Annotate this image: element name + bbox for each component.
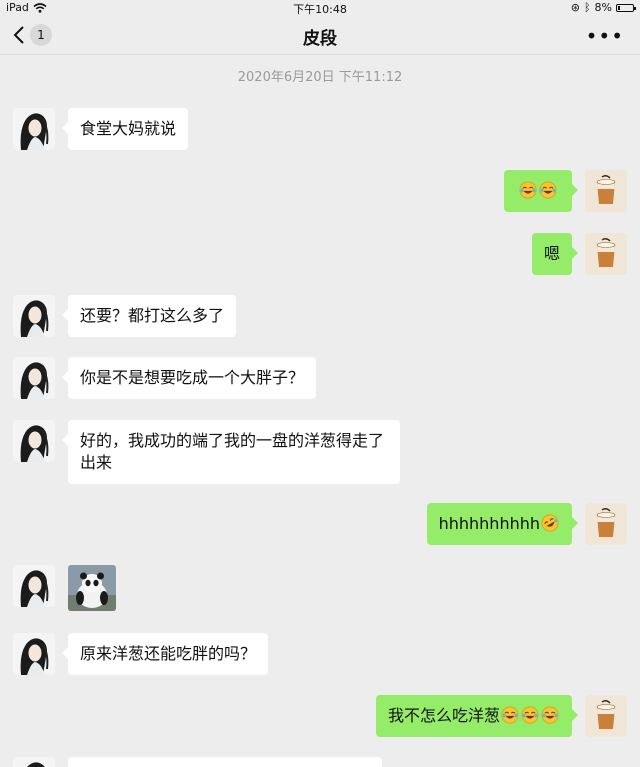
message-bubble-partial[interactable]: [68, 757, 382, 767]
more-options-button[interactable]: •••: [586, 24, 624, 48]
contact-avatar[interactable]: [13, 633, 55, 675]
status-right: ⊛ ᛒ 8%: [570, 1, 636, 14]
laugh-cry-emoji-icon: [539, 181, 557, 199]
panda-sticker[interactable]: [68, 565, 116, 611]
battery-percent: 8%: [594, 1, 612, 14]
contact-avatar[interactable]: [13, 565, 55, 607]
message-bubble[interactable]: 好的，我成功的端了我的一盘的洋葱得走了出来: [62, 420, 400, 484]
status-bar: iPad 下午10:48 ⊛ ᛒ 8%: [0, 0, 640, 16]
message-bubble[interactable]: 你是不是想要吃成一个大胖子？: [61, 357, 317, 399]
message-bubble[interactable]: 原来洋葱还能吃胖的吗？: [61, 633, 269, 675]
self-avatar[interactable]: [585, 170, 627, 212]
message-bubble[interactable]: 嗯: [531, 233, 579, 275]
self-avatar[interactable]: [585, 233, 627, 275]
self-avatar[interactable]: [585, 503, 627, 545]
status-time: 下午10:48: [293, 3, 347, 16]
message-row-partial: [0, 757, 640, 767]
message-bubble[interactable]: hhhhhhhhhh: [426, 503, 579, 545]
rolling-laugh-emoji-icon: [541, 514, 559, 532]
bluetooth-icon: ᛒ: [583, 1, 591, 14]
message-text: 我不怎么吃洋葱: [387, 706, 500, 725]
message-bubble[interactable]: 食堂大妈就说: [61, 108, 189, 150]
message-bubble[interactable]: [504, 170, 578, 212]
contact-avatar[interactable]: [13, 295, 55, 337]
message-timestamp: 2020年6月20日 下午11:12: [237, 70, 403, 85]
laugh-cry-emoji-icon: [521, 706, 539, 724]
battery-icon: [616, 3, 636, 12]
contact-avatar[interactable]: [13, 108, 55, 150]
contact-avatar[interactable]: [13, 357, 55, 399]
message-text: hhhhhhhhhh: [438, 514, 540, 533]
message-bubble[interactable]: 我不怎么吃洋葱: [375, 695, 579, 737]
self-avatar[interactable]: [585, 695, 627, 737]
contact-avatar[interactable]: [13, 420, 55, 462]
rotation-lock-icon: ⊛: [570, 1, 580, 14]
laugh-cry-emoji-icon: [501, 706, 519, 724]
chat-header: 1 皮段 •••: [0, 16, 640, 55]
laugh-cry-emoji-icon: [541, 706, 559, 724]
contact-avatar[interactable]: [13, 757, 55, 767]
laugh-cry-emoji-icon: [519, 181, 537, 199]
chat-title: 皮段: [303, 29, 337, 49]
message-bubble[interactable]: 还要？都打这么多了: [61, 295, 237, 337]
